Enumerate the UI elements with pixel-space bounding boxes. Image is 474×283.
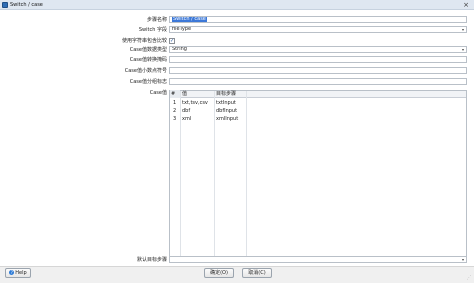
case-value-type-value: String: [172, 46, 187, 52]
chevron-down-icon: ▾: [461, 27, 464, 32]
column-header-target-step: 目标步骤: [216, 91, 237, 97]
form-area: 步骤名称 Switch / case Switch 字段 fileType ▾ …: [0, 10, 474, 266]
row-value[interactable]: txt,tsv,csv: [181, 99, 214, 107]
case-grouping-symbol-label: Case值分组标志: [129, 79, 167, 85]
case-value-type-label: Case值数据类型: [129, 47, 167, 53]
case-decimal-symbol-input[interactable]: [169, 67, 467, 74]
column-divider: [246, 91, 247, 261]
default-target-select[interactable]: ▾: [169, 256, 467, 263]
case-value-type-select[interactable]: String ▾: [169, 46, 467, 53]
default-target-label: 默认目标步骤: [136, 257, 167, 263]
row-value[interactable]: xml: [181, 115, 214, 123]
switch-field-label: Switch 字段: [138, 27, 167, 33]
column-header-value: 值: [182, 91, 188, 97]
close-icon[interactable]: ×: [462, 1, 470, 9]
chevron-down-icon: ▾: [461, 47, 464, 52]
case-decimal-symbol-label: Case值小数点符号: [124, 68, 167, 74]
switch-field-value: fileType: [172, 26, 192, 32]
row-number: 1: [173, 100, 177, 106]
row-number: 2: [173, 108, 177, 114]
row-target-step[interactable]: dbfInput: [215, 107, 246, 115]
case-conversion-mask-input[interactable]: [169, 56, 467, 63]
help-icon: ?: [9, 270, 15, 275]
row-target-step[interactable]: xmlInput: [215, 115, 246, 123]
row-target-step[interactable]: txtInput: [215, 99, 246, 107]
help-label: Help: [15, 270, 27, 276]
chevron-down-icon: ▾: [461, 257, 464, 262]
window-title: Switch / case: [10, 2, 43, 8]
cancel-button[interactable]: 取消(C): [242, 268, 272, 278]
title-bar: Switch / case ×: [0, 0, 474, 10]
case-values-label: Case值: [149, 90, 167, 96]
row-value[interactable]: dbf: [181, 107, 214, 115]
resize-grip-icon[interactable]: ⋰: [466, 275, 472, 281]
button-bar: ⋰: [0, 266, 474, 283]
step-name-label: 步骤名称: [146, 17, 167, 23]
row-number: 3: [173, 116, 177, 122]
app-icon: [2, 2, 8, 8]
help-button[interactable]: ? Help: [5, 268, 31, 278]
case-grouping-symbol-input[interactable]: [169, 78, 467, 85]
ok-button[interactable]: 确定(O): [204, 268, 234, 278]
step-name-value: Switch / case: [172, 16, 207, 22]
case-conversion-mask-label: Case值转换掩码: [129, 57, 167, 63]
switch-field-select[interactable]: fileType ▾: [169, 26, 467, 33]
step-name-input[interactable]: Switch / case: [169, 16, 467, 23]
column-header-number: #: [170, 90, 180, 98]
case-values-table[interactable]: # 值 目标步骤 1 txt,tsv,csv txtInput 2 dbf db…: [169, 90, 467, 262]
use-contains-checkbox[interactable]: ✓: [169, 38, 175, 44]
use-contains-label: 使用字符串包含比较: [121, 38, 167, 44]
